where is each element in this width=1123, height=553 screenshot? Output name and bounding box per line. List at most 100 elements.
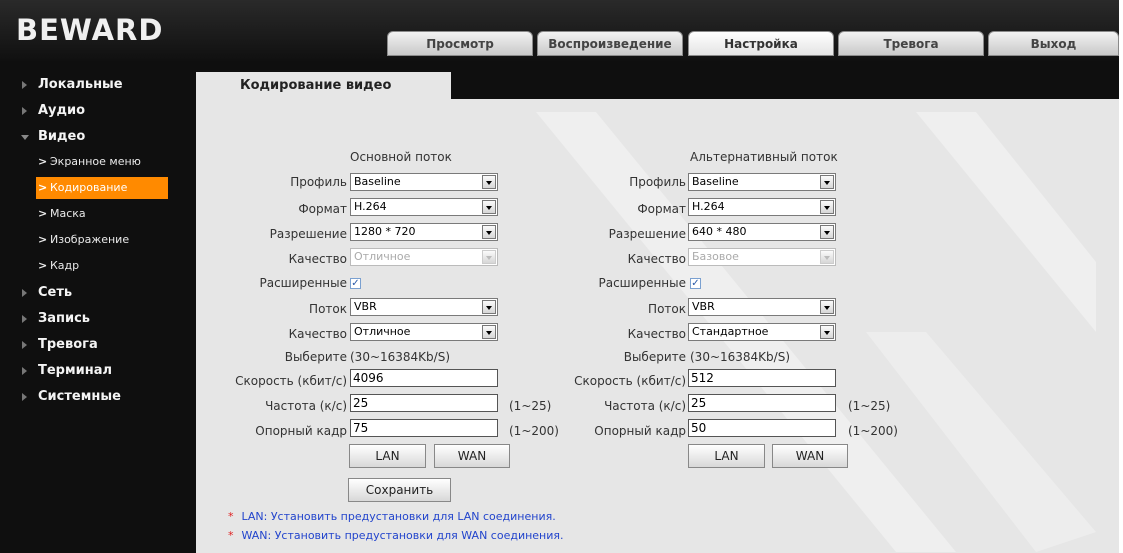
alt-quality2-label: Качество	[627, 327, 686, 341]
main-quality-select: Отличное	[350, 248, 498, 266]
main-lan-button[interactable]: LAN	[349, 444, 426, 468]
main-stream-header: Основной поток	[350, 150, 452, 164]
main-profile-label: Профиль	[290, 175, 347, 189]
brand-logo: BEWARD	[16, 13, 164, 47]
expand-arrow-icon	[22, 367, 27, 375]
main-resolution-select[interactable]: 1280 * 720	[350, 223, 498, 241]
main-quality2-value: Отличное	[354, 325, 411, 338]
alt-resolution-select[interactable]: 640 * 480	[688, 223, 836, 241]
alt-advanced-checkbox[interactable]: ✓	[690, 278, 701, 289]
alt-choose-label: Выберите	[623, 350, 686, 364]
sidebar-subitem-image[interactable]: > Изображение	[36, 229, 168, 251]
alt-format-label: Формат	[637, 202, 686, 216]
main-keyframe-label: Опорный кадр	[255, 424, 347, 438]
tab-exit[interactable]: Выход	[988, 31, 1119, 56]
note-text: WAN: Установить предустановки для WAN со…	[241, 529, 564, 542]
note-star: *	[228, 529, 234, 542]
chevron-right-icon: >	[38, 233, 48, 246]
main-resolution-label: Разрешение	[269, 227, 347, 241]
sidebar-subitem-encoding[interactable]: > Кодирование	[36, 177, 168, 199]
sidebar-item-alarm[interactable]: Тревога	[22, 337, 98, 352]
main-advanced-checkbox[interactable]: ✓	[350, 278, 361, 289]
dropdown-arrow-icon	[820, 225, 834, 239]
alt-resolution-value: 640 * 480	[692, 225, 747, 238]
alt-format-value: H.264	[692, 200, 725, 213]
alt-stream-mode-select[interactable]: VBR	[688, 298, 836, 316]
sidebar-subitem-mask[interactable]: > Маска	[36, 203, 168, 225]
sidebar-item-record[interactable]: Запись	[22, 311, 91, 326]
sidebar-item-network[interactable]: Сеть	[22, 285, 72, 300]
alt-quality-select: Базовое	[688, 248, 836, 266]
alt-bitrate-input[interactable]: 512	[688, 369, 836, 387]
alt-advanced-label: Расширенные	[598, 276, 686, 290]
alt-quality-label: Качество	[627, 252, 686, 266]
main-quality-value: Отличное	[354, 250, 411, 263]
sidebar-subitem-frame[interactable]: > Кадр	[36, 255, 168, 277]
content-panel: Кодирование видео Основной поток Профиль…	[196, 72, 1119, 553]
main-stream-mode-select[interactable]: VBR	[350, 298, 498, 316]
expand-arrow-icon	[22, 81, 27, 89]
sidebar-item-label: Аудио	[38, 103, 86, 118]
main-advanced-label: Расширенные	[259, 276, 347, 290]
alt-quality2-value: Стандартное	[692, 325, 769, 338]
sidebar-subitem-label: Кадр	[50, 259, 80, 272]
alt-profile-label: Профиль	[629, 175, 686, 189]
main-framerate-input[interactable]: 25	[350, 394, 498, 412]
main-bitrate-range: (30~16384Kb/S)	[350, 350, 451, 364]
main-framerate-label: Частота (к/с)	[265, 399, 347, 413]
sidebar-subitem-label: Маска	[50, 207, 86, 220]
dropdown-arrow-icon	[482, 225, 496, 239]
sidebar-item-local[interactable]: Локальные	[22, 77, 123, 92]
main-quality-label: Качество	[288, 252, 347, 266]
alt-quality2-select[interactable]: Стандартное	[688, 323, 836, 341]
tab-playback[interactable]: Воспроизведение	[537, 31, 683, 56]
dropdown-arrow-icon	[482, 200, 496, 214]
main-wan-button[interactable]: WAN	[434, 444, 510, 468]
sidebar-item-video[interactable]: Видео	[21, 129, 86, 144]
save-button[interactable]: Сохранить	[348, 478, 451, 502]
alt-framerate-input[interactable]: 25	[688, 394, 836, 412]
alt-stream-header: Альтернативный поток	[690, 150, 838, 164]
main-keyframe-range: (1~200)	[509, 424, 559, 438]
alt-lan-button[interactable]: LAN	[688, 444, 765, 468]
sidebar-subitem-label: Экранное меню	[50, 155, 141, 168]
sidebar-item-audio[interactable]: Аудио	[22, 103, 86, 118]
sidebar-item-terminal[interactable]: Терминал	[22, 363, 112, 378]
tab-alarm[interactable]: Тревога	[838, 31, 984, 56]
sidebar: Локальные Аудио Видео > Экранное меню > Ко…	[0, 61, 192, 553]
expand-arrow-icon	[22, 393, 27, 401]
dropdown-arrow-icon	[482, 250, 496, 264]
main-format-select[interactable]: H.264	[350, 198, 498, 216]
dropdown-arrow-icon	[820, 200, 834, 214]
sidebar-subitem-osd[interactable]: > Экранное меню	[36, 151, 168, 173]
tab-settings[interactable]: Настройка	[688, 31, 834, 56]
alt-profile-select[interactable]: Baseline	[688, 173, 836, 191]
alt-quality-value: Базовое	[692, 250, 739, 263]
note-lan: * LAN: Установить предустановки для LAN с…	[228, 510, 556, 523]
dropdown-arrow-icon	[482, 300, 496, 314]
main-framerate-range: (1~25)	[509, 399, 552, 413]
collapse-arrow-icon	[21, 135, 29, 140]
chevron-right-icon: >	[38, 259, 48, 272]
alt-format-select[interactable]: H.264	[688, 198, 836, 216]
sidebar-item-system[interactable]: Системные	[22, 389, 121, 404]
tab-view[interactable]: Просмотр	[387, 31, 533, 56]
page-title-tab: Кодирование видео	[196, 72, 451, 99]
sidebar-item-label: Видео	[38, 129, 86, 144]
sidebar-item-label: Запись	[38, 311, 91, 326]
dropdown-arrow-icon	[820, 300, 834, 314]
alt-wan-button[interactable]: WAN	[772, 444, 848, 468]
main-bitrate-input[interactable]: 4096	[350, 369, 498, 387]
alt-profile-value: Baseline	[692, 175, 739, 188]
main-profile-value: Baseline	[354, 175, 401, 188]
alt-keyframe-input[interactable]: 50	[688, 419, 836, 437]
main-profile-select[interactable]: Baseline	[350, 173, 498, 191]
sidebar-item-label: Системные	[38, 389, 121, 404]
alt-framerate-label: Частота (к/с)	[604, 399, 686, 413]
main-keyframe-input[interactable]: 75	[350, 419, 498, 437]
expand-arrow-icon	[22, 107, 27, 115]
main-quality2-label: Качество	[288, 327, 347, 341]
main-quality2-select[interactable]: Отличное	[350, 323, 498, 341]
main-bitrate-label: Скорость (кбит/с)	[235, 374, 347, 388]
expand-arrow-icon	[22, 289, 27, 297]
